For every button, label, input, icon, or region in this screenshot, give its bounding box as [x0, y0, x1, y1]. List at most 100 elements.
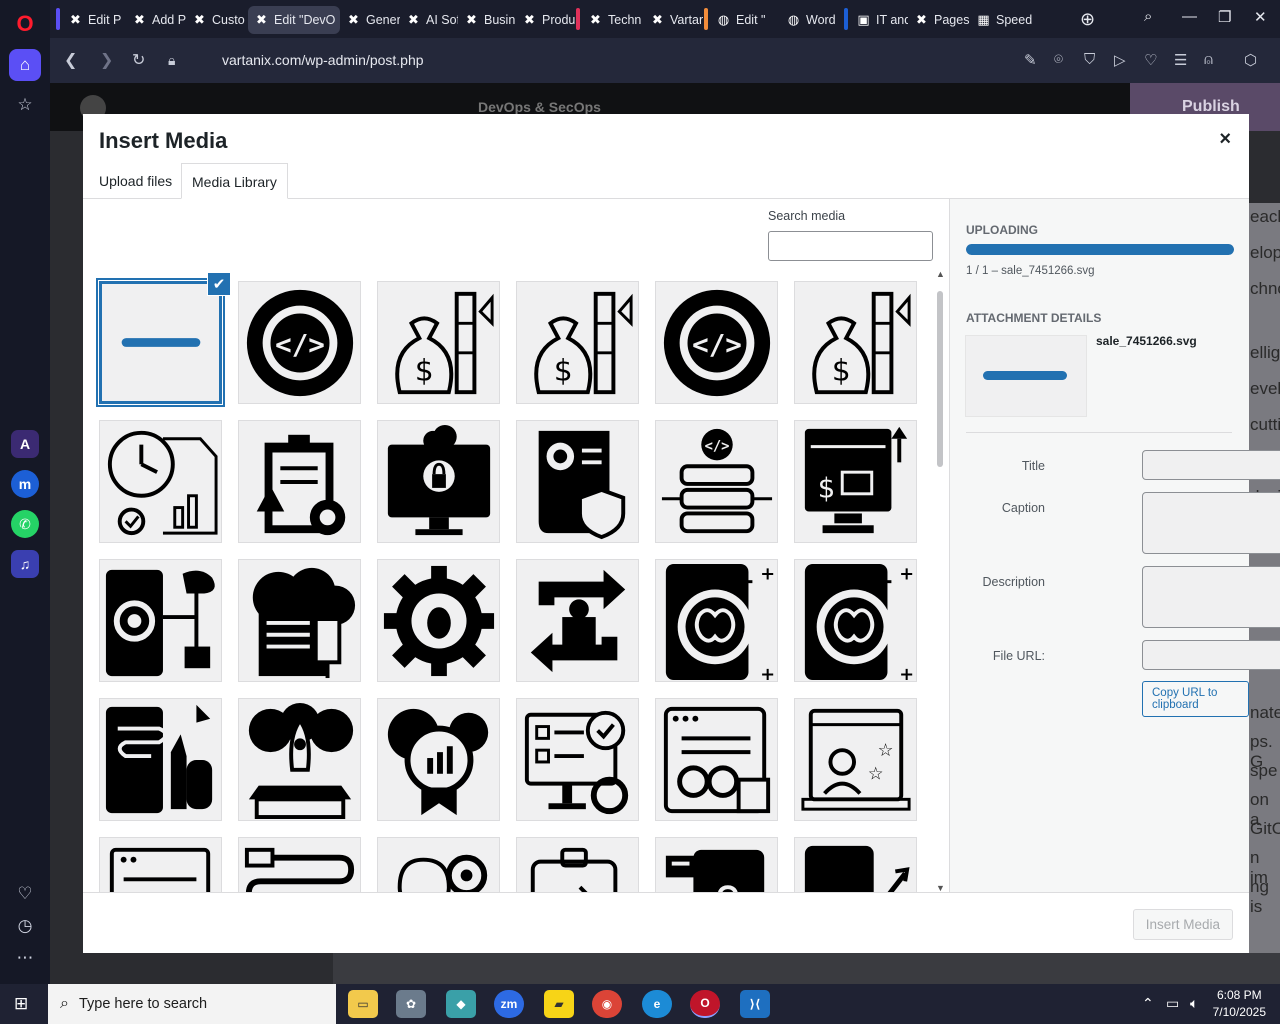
app-diamond-icon[interactable]: ◆	[446, 990, 476, 1018]
maximize-icon[interactable]: ❐	[1218, 8, 1231, 26]
attachment-copyright-shield[interactable]	[516, 420, 639, 543]
send-icon[interactable]: ▷	[1114, 51, 1126, 69]
attachment-server-dollar[interactable]: $	[794, 420, 917, 543]
forward-icon[interactable]: ❯	[100, 50, 113, 70]
vscode-icon[interactable]: ⟩⟨	[740, 990, 770, 1018]
new-tab-icon[interactable]: ⊕	[1080, 9, 1095, 30]
close-window-icon[interactable]: ✕	[1254, 8, 1267, 26]
caption-textarea[interactable]	[1142, 492, 1280, 554]
menu-icon[interactable]: ☰	[1174, 51, 1187, 69]
scrollbar-thumb[interactable]	[937, 291, 943, 467]
browser-tab[interactable]: ◍ Word	[780, 6, 844, 34]
reload-icon[interactable]: ↻	[132, 50, 145, 70]
browser-tab[interactable]: ✖ Techn	[582, 6, 644, 34]
back-icon[interactable]: ❮	[64, 50, 77, 70]
edge-icon[interactable]: e	[642, 990, 672, 1018]
attachment-mobile-gear[interactable]	[99, 559, 222, 682]
attachment-award-gears[interactable]	[377, 698, 500, 821]
edit-icon[interactable]: ✎	[1024, 51, 1037, 69]
attachment-profile-rating[interactable]: ☆ ☆	[794, 698, 917, 821]
browser-tab[interactable]: ✖ Gener	[340, 6, 400, 34]
browser-tab[interactable]: ✖ Pages	[908, 6, 970, 34]
sticky-notes-icon[interactable]: ▰	[544, 990, 574, 1018]
browser-tab[interactable]: ▦ Speed	[970, 6, 1032, 34]
file-url-input[interactable]	[1142, 640, 1280, 670]
attachment-browser-settings[interactable]	[655, 698, 778, 821]
taskbar-clock[interactable]: 6:08 PM 7/10/2025	[1213, 987, 1266, 1021]
browser-tab[interactable]: ✖ Custo	[186, 6, 248, 34]
browser-tab[interactable]: ◍ Edit "	[710, 6, 780, 34]
profile-icon[interactable]: ⍝	[1204, 51, 1213, 68]
attachment-time-report[interactable]	[99, 420, 222, 543]
extensions-icon[interactable]: ⬡	[1244, 51, 1257, 69]
attachment-clipboard-warning[interactable]	[238, 420, 361, 543]
file-explorer-icon[interactable]: ▭	[348, 990, 378, 1018]
attachment-gear-bug[interactable]	[377, 559, 500, 682]
attachment-clipboard-process[interactable]	[516, 837, 639, 892]
attachment-upload-placeholder[interactable]	[99, 281, 222, 404]
attachments-scrollbar[interactable]: ▲ ▼	[935, 269, 945, 892]
history-icon[interactable]: ◷	[9, 910, 41, 942]
scroll-up-icon[interactable]: ▲	[936, 269, 945, 279]
opera-logo-icon[interactable]: O	[9, 8, 41, 40]
attachment-growth-chart[interactable]	[794, 837, 917, 892]
attachment-brain-phone[interactable]: + +	[655, 559, 778, 682]
attachment-cloud-file[interactable]	[238, 559, 361, 682]
adblock-icon[interactable]: ⛉	[1084, 51, 1095, 68]
browser-tab[interactable]: ✖ Busin	[458, 6, 516, 34]
windows-start-icon[interactable]: ⊞	[14, 994, 28, 1014]
whatsapp-icon[interactable]: ✆	[11, 510, 39, 538]
attachment-code-cycle[interactable]: </>	[238, 281, 361, 404]
home-icon[interactable]: ⌂	[9, 49, 41, 81]
browser-tab[interactable]: ✖ Produ	[516, 6, 576, 34]
attachment-phone-touch[interactable]	[99, 698, 222, 821]
search-tabs-icon[interactable]: ⌕	[1144, 8, 1152, 25]
description-textarea[interactable]	[1142, 566, 1280, 628]
attachment-rocket-launch[interactable]	[238, 698, 361, 821]
search-media-input[interactable]	[768, 231, 933, 261]
star-icon[interactable]: ☆	[9, 89, 41, 121]
messenger-icon[interactable]: m	[11, 470, 39, 498]
camera-icon[interactable]: ⌾	[1054, 51, 1063, 68]
browser-tab[interactable]: ▣ IT and	[850, 6, 908, 34]
attachment-checklist-monitor[interactable]	[516, 698, 639, 821]
attachment-code-cycle-2[interactable]: </>	[655, 281, 778, 404]
attachment-browser-rating[interactable]: ☆	[99, 837, 222, 892]
more-icon[interactable]: ⋯	[9, 942, 41, 974]
attachment-money-bag-chart[interactable]: $	[377, 281, 500, 404]
copy-url-button[interactable]: Copy URL to clipboard	[1142, 681, 1249, 717]
browser-tab[interactable]: ✖ Add P	[126, 6, 186, 34]
bookmark-heart-icon[interactable]: ♡	[1144, 51, 1157, 69]
aria-icon[interactable]: A	[11, 430, 39, 458]
tray-chevron-icon[interactable]: ⌃	[1142, 995, 1154, 1012]
browser-tab[interactable]: ✖ AI Sof	[400, 6, 458, 34]
volume-icon[interactable]: 🔈︎	[1190, 995, 1198, 1012]
attachment-recycle-box[interactable]	[516, 559, 639, 682]
attachment-monitor-lock[interactable]	[377, 420, 500, 543]
tab-media-library[interactable]: Media Library	[181, 163, 288, 199]
close-modal-button[interactable]: ×	[1219, 128, 1231, 151]
tab-upload-files[interactable]: Upload files	[89, 163, 182, 199]
attachment-money-bag-chart-3[interactable]: $	[794, 281, 917, 404]
insert-media-button[interactable]: Insert Media	[1132, 909, 1233, 940]
network-icon[interactable]: ▭	[1166, 995, 1179, 1012]
scroll-down-icon[interactable]: ▼	[936, 883, 945, 892]
title-input[interactable]	[1142, 450, 1280, 480]
music-player-icon[interactable]: ♫	[11, 550, 39, 578]
chrome-icon[interactable]: ◉	[592, 990, 622, 1018]
minimize-icon[interactable]: —	[1182, 8, 1197, 25]
attachment-money-bag-chart-2[interactable]: $	[516, 281, 639, 404]
selected-check-icon[interactable]: ✔	[207, 272, 231, 296]
browser-tab[interactable]: ✖ Vartar	[644, 6, 704, 34]
attachment-code-server[interactable]: </>	[655, 420, 778, 543]
browser-tab[interactable]: ✖ Edit P	[62, 6, 126, 34]
browser-tab[interactable]: ✖ Edit "DevO	[248, 6, 340, 34]
attachment-idea-gears[interactable]	[377, 837, 500, 892]
attachment-mobile-shop[interactable]	[655, 837, 778, 892]
zoom-icon[interactable]: zm	[494, 990, 524, 1018]
paint-icon[interactable]: ✿	[396, 990, 426, 1018]
opera-icon[interactable]: O	[690, 990, 720, 1018]
attachment-brain-phone-2[interactable]: + +	[794, 559, 917, 682]
url-field[interactable]: vartanix.com/wp-admin/post.php	[222, 52, 424, 68]
heart-icon[interactable]: ♡	[9, 878, 41, 910]
